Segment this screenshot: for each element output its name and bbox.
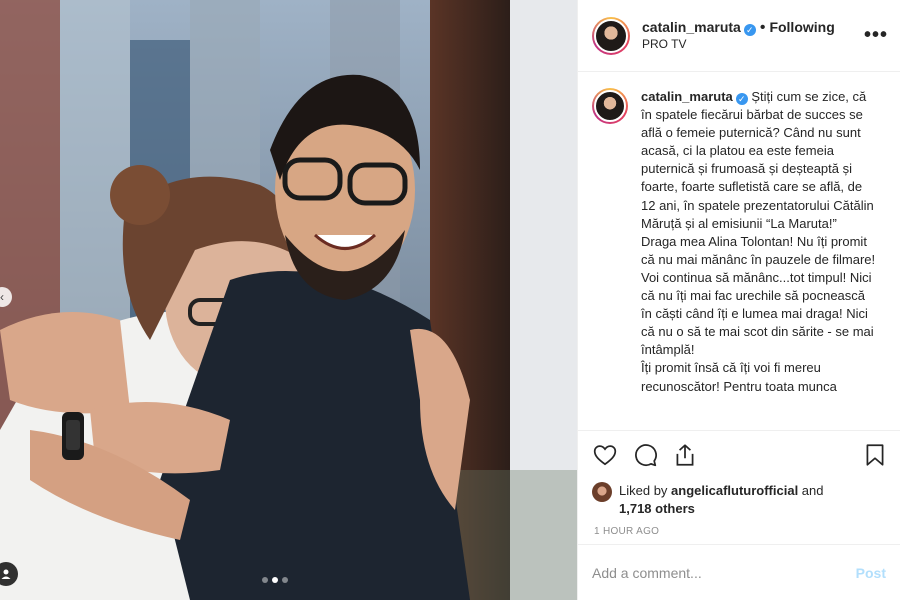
likes-text: Liked by angelicafluturofficial and 1,71… <box>619 482 824 518</box>
following-button[interactable]: Following <box>769 19 834 35</box>
post-side-panel: catalin_maruta ✓ • Following PRO TV ••• cat… <box>577 0 900 600</box>
caption-text: Știți cum se zice, că în spatele fiecăru… <box>641 89 876 394</box>
post-header-meta: catalin_maruta ✓ • Following PRO TV <box>642 19 835 52</box>
likes-middle-text: and <box>798 483 824 498</box>
caption: catalin_maruta ✓ Știți cum se zice, că în… <box>641 88 879 396</box>
location-link[interactable]: PRO TV <box>642 36 835 52</box>
post-timestamp[interactable]: 1 HOUR AGO <box>578 518 900 537</box>
post-comment-button[interactable]: Post <box>856 565 886 581</box>
avatar[interactable] <box>592 16 630 55</box>
carousel-dot <box>262 577 268 583</box>
carousel-indicator <box>262 577 288 583</box>
likes-summary: Liked by angelicafluturofficial and 1,71… <box>578 480 900 518</box>
comments-area[interactable]: catalin_maruta ✓ Știți cum se zice, că în… <box>578 72 900 430</box>
action-bar <box>578 430 900 480</box>
caption-avatar[interactable] <box>592 88 628 124</box>
liker-avatar[interactable] <box>592 482 612 502</box>
share-icon[interactable] <box>672 442 698 468</box>
carousel-dot-active <box>272 577 278 583</box>
photo-illustration <box>0 0 577 600</box>
liker-username-link[interactable]: angelicafluturofficial <box>671 483 798 498</box>
post-photo[interactable]: ‹ <box>0 0 577 600</box>
comment-icon[interactable] <box>632 442 658 468</box>
heart-icon[interactable] <box>592 442 618 468</box>
liked-by-prefix: Liked by <box>619 483 672 498</box>
username-link[interactable]: catalin_maruta <box>642 19 741 35</box>
likes-others-link[interactable]: 1,718 others <box>619 501 695 516</box>
add-comment-bar: Post <box>578 544 900 600</box>
bookmark-icon[interactable] <box>862 442 888 468</box>
carousel-dot <box>282 577 288 583</box>
verified-badge-icon: ✓ <box>735 93 748 106</box>
more-options-icon[interactable]: ••• <box>864 24 888 47</box>
separator-dot: • <box>759 19 766 36</box>
comment-input[interactable] <box>592 564 856 581</box>
post-header: catalin_maruta ✓ • Following PRO TV ••• <box>578 0 900 72</box>
verified-badge-icon: ✓ <box>743 24 756 36</box>
caption-username-link[interactable]: catalin_maruta <box>641 89 733 104</box>
